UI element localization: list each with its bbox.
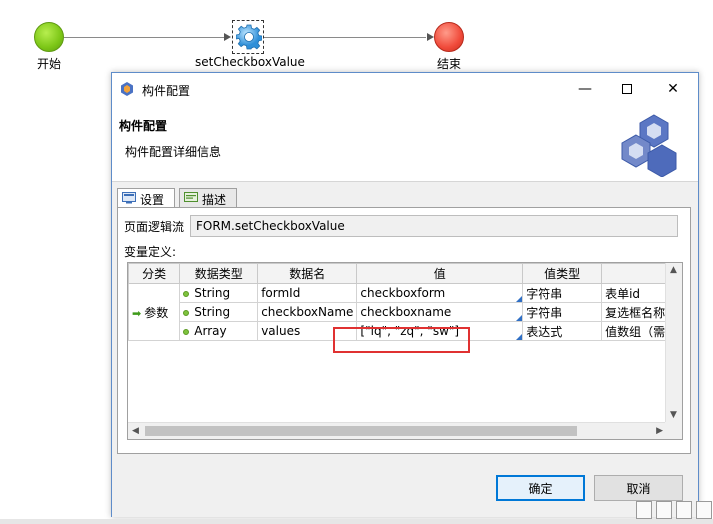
ok-button[interactable]: 确定 — [496, 475, 585, 501]
value-text: checkboxform — [360, 286, 446, 300]
type-value: String — [194, 305, 231, 319]
type-value: String — [194, 286, 231, 300]
component-config-dialog: 构件配置 — ✕ 构件配置 构件配置详细信息 设置 描述 页面逻辑流 FORM.… — [111, 72, 699, 517]
start-node[interactable] — [34, 22, 64, 52]
corner-controls — [636, 501, 712, 519]
task-node-setcheckboxvalue[interactable] — [232, 20, 264, 54]
highlight-annotation — [333, 327, 470, 353]
minimize-button[interactable]: — — [562, 73, 608, 105]
dialog-header: 构件配置 构件配置详细信息 — [112, 105, 698, 181]
col-header-value-type[interactable]: 值类型 — [522, 263, 603, 284]
value-type-cell[interactable]: 字符串 — [522, 283, 603, 303]
maximize-icon — [622, 84, 632, 94]
flow-edge-task-end — [264, 37, 426, 38]
field-dot-icon — [183, 309, 190, 316]
name-cell[interactable]: formId — [257, 283, 358, 303]
tab-description-label: 描述 — [202, 193, 227, 207]
horizontal-scroll-thumb[interactable] — [145, 426, 577, 436]
category-cell[interactable]: ➡ 参数 — [128, 283, 181, 341]
start-node-label: 开始 — [37, 57, 62, 71]
col-header-data-name[interactable]: 数据名 — [257, 263, 358, 284]
category-value: 参数 — [144, 305, 169, 320]
workflow-canvas: 开始 setCheckboxValue 结束 构件配置 — ✕ 构件配置 构件配… — [0, 0, 713, 524]
edit-corner-icon — [516, 315, 522, 321]
tab-description[interactable]: 描述 — [179, 188, 237, 208]
table-row[interactable]: ➡ 参数 String formId checkboxform 字符串 表单id — [128, 283, 682, 341]
type-cell[interactable]: String — [179, 302, 259, 322]
scroll-left-icon[interactable]: ◀ — [132, 426, 139, 436]
close-button[interactable]: ✕ — [650, 73, 696, 105]
horizontal-scrollbar[interactable]: ◀ ▶ — [128, 422, 667, 439]
type-cell[interactable]: Array — [179, 321, 259, 341]
cancel-button[interactable]: 取消 — [594, 475, 683, 501]
description-tab-icon — [184, 192, 198, 202]
end-node[interactable] — [434, 22, 464, 52]
page-flow-label: 页面逻辑流 — [124, 220, 185, 234]
corner-box — [676, 501, 692, 519]
field-dot-icon — [183, 290, 190, 297]
vertical-scrollbar[interactable]: ▲ ▼ — [665, 263, 682, 422]
value-cell[interactable]: checkboxname — [356, 302, 524, 322]
corner-box — [696, 501, 712, 519]
col-header-value[interactable]: 值 — [356, 263, 524, 284]
dialog-titlebar[interactable]: 构件配置 — ✕ — [112, 73, 698, 105]
flow-edge-start-task — [64, 37, 224, 38]
table-row[interactable]: String checkboxName checkboxname 字符串 复选框… — [129, 302, 682, 322]
end-node-label: 结束 — [437, 57, 462, 71]
scrollbar-corner — [665, 422, 682, 439]
flow-arrow-icon — [427, 33, 434, 41]
corner-box — [636, 501, 652, 519]
scroll-down-icon[interactable]: ▼ — [670, 410, 677, 420]
edit-corner-icon — [516, 296, 522, 302]
maximize-button[interactable] — [604, 73, 650, 105]
col-header-data-type[interactable]: 数据类型 — [179, 263, 259, 284]
col-header-category[interactable]: 分类 — [128, 263, 181, 284]
header-subtitle: 构件配置详细信息 — [125, 145, 222, 159]
flow-arrow-icon — [224, 33, 231, 41]
tab-settings[interactable]: 设置 — [117, 188, 175, 209]
tab-settings-label: 设置 — [140, 193, 165, 207]
app-logo-icon — [121, 82, 133, 96]
variable-definition-label: 变量定义: — [124, 245, 177, 259]
param-arrow-icon: ➡ — [132, 306, 142, 320]
field-dot-icon — [183, 328, 190, 335]
header-title: 构件配置 — [119, 119, 168, 133]
name-cell[interactable]: checkboxName — [257, 302, 358, 322]
type-cell[interactable]: String — [179, 283, 259, 303]
component-hex-logo-icon — [621, 114, 677, 177]
scroll-up-icon[interactable]: ▲ — [670, 265, 677, 275]
page-flow-field[interactable]: FORM.setCheckboxValue — [190, 215, 678, 237]
gear-icon — [236, 24, 262, 50]
table-header-row: 分类 数据类型 数据名 值 值类型 描 — [128, 263, 682, 284]
edit-corner-icon — [516, 334, 522, 340]
scroll-right-icon[interactable]: ▶ — [656, 426, 663, 436]
value-type-cell[interactable]: 表达式 — [522, 321, 603, 341]
value-text: checkboxname — [360, 305, 452, 319]
value-cell[interactable]: checkboxform — [356, 283, 524, 303]
task-node-label: setCheckboxValue — [195, 55, 305, 69]
settings-tab-icon — [122, 192, 136, 204]
type-value: Array — [194, 324, 227, 338]
value-type-cell[interactable]: 字符串 — [522, 302, 603, 322]
bottom-strip — [0, 519, 713, 524]
dialog-title: 构件配置 — [142, 84, 191, 98]
corner-box — [656, 501, 672, 519]
